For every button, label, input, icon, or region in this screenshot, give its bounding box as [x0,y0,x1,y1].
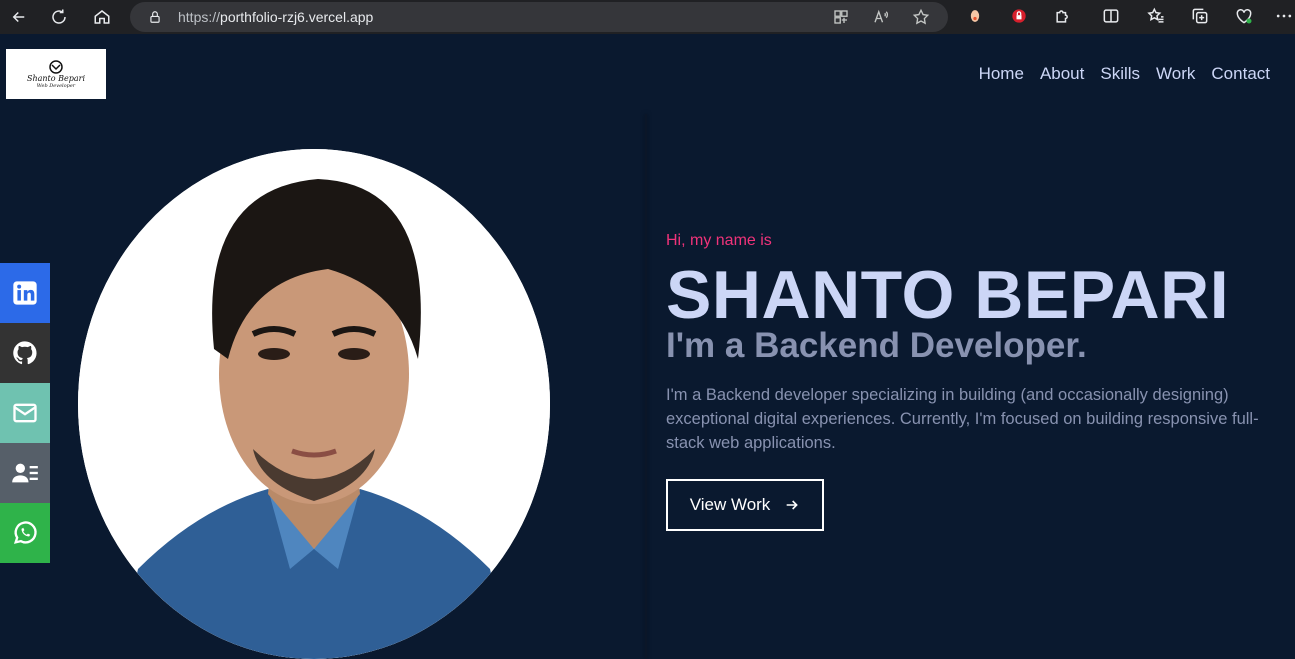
email-link[interactable] [0,383,50,443]
view-work-label: View Work [689,495,771,514]
read-aloud-icon[interactable] [872,8,890,26]
nav-about[interactable]: About [1040,64,1084,84]
nav-home[interactable]: Home [979,64,1024,84]
github-icon [13,341,37,365]
extension-icon[interactable] [965,6,985,26]
lock-icon [150,11,160,23]
nav-skills[interactable]: Skills [1100,64,1140,84]
section-divider [645,114,647,659]
browser-toolbar: https://porthfolio-rzj6.vercel.app [0,0,1295,34]
favorites-icon[interactable] [1146,6,1166,26]
arrow-right-icon [786,500,799,510]
resume-link[interactable] [0,443,50,503]
whatsapp-icon [13,521,37,544]
logo-name: Shanto Bepari [26,73,85,83]
resume-icon [12,463,38,483]
more-menu-icon[interactable] [1274,6,1294,26]
whatsapp-link[interactable] [0,503,50,563]
mail-icon [13,403,37,423]
browser-essentials-icon[interactable] [1234,6,1254,26]
main-nav: Home About Skills Work Contact [979,64,1270,84]
nav-contact[interactable]: Contact [1211,64,1270,84]
hero-role: I'm a Backend Developer. [666,326,1087,365]
logo-mark-icon [49,59,63,74]
profile-photo [78,149,550,659]
hero-greeting: Hi, my name is [666,232,772,249]
split-screen-icon[interactable] [1101,6,1121,26]
linkedin-icon [13,281,37,305]
portfolio-page: Shanto Bepari Web Developer Home About S… [0,34,1295,659]
refresh-icon[interactable] [40,2,78,32]
collections-icon[interactable] [1190,6,1210,26]
favorite-star-icon[interactable] [912,8,930,26]
address-bar[interactable]: https://porthfolio-rzj6.vercel.app [130,2,948,32]
view-work-button[interactable]: View Work [666,479,824,531]
extensions-puzzle-icon[interactable] [1053,6,1073,26]
url-text: https://porthfolio-rzj6.vercel.app [178,9,374,25]
nav-work[interactable]: Work [1156,64,1195,84]
github-link[interactable] [0,323,50,383]
home-icon[interactable] [83,2,121,32]
hero-name: SHANTO BEPARI [666,257,1230,333]
logo[interactable]: Shanto Bepari Web Developer [6,49,106,99]
social-sidebar [0,263,50,563]
shield-extension-icon[interactable] [1009,6,1029,26]
back-icon[interactable] [0,2,38,32]
hero-description: I'm a Backend developer specializing in … [666,386,1259,452]
linkedin-link[interactable] [0,263,50,323]
app-install-icon[interactable] [832,8,850,26]
logo-subtitle: Web Developer [36,82,76,89]
